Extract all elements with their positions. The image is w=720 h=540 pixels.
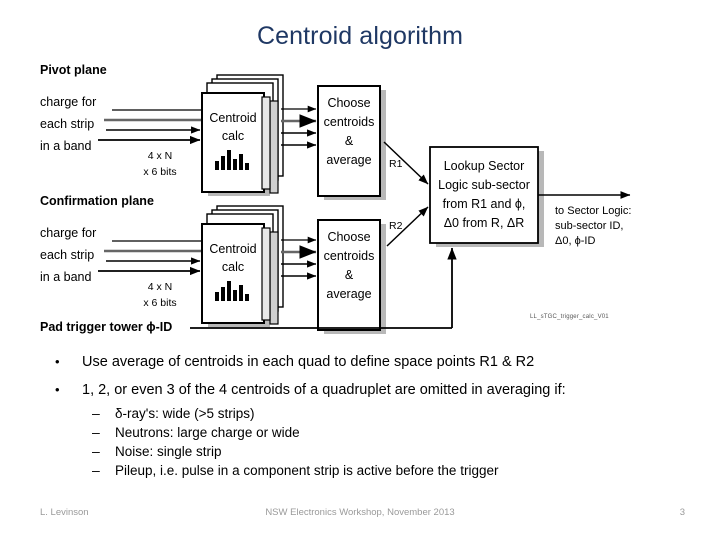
output-line-2: sub-sector ID, <box>555 220 624 232</box>
bullet-marker: • <box>55 354 60 369</box>
r1-label: R1 <box>389 158 403 170</box>
pivot-choose-line-1: Choose <box>327 96 371 110</box>
sub-bullet-item: – Noise: single strip <box>0 442 720 461</box>
pivot-choose-line-3: & <box>344 134 354 148</box>
pivot-plane-heading: Pivot plane <box>40 63 107 77</box>
confirmation-centroid-calc-line-2: calc <box>221 260 245 274</box>
pad-trigger-tower-label: Pad trigger tower ϕ-ID <box>40 320 173 334</box>
bullet-marker: • <box>55 382 60 397</box>
sub-bullet-item: – Pileup, i.e. pulse in a component stri… <box>0 461 720 480</box>
sub-bullet-text: Neutrons: large charge or wide <box>115 425 300 440</box>
sub-bullet-marker: – <box>92 424 100 440</box>
confirmation-bits-line-1: 4 x N <box>147 281 173 293</box>
sub-bullet-marker: – <box>92 405 100 421</box>
pivot-choose-line-2: centroids <box>323 115 375 129</box>
pivot-centroid-calc-line-1: Centroid <box>209 111 257 125</box>
footer-page-number: 3 <box>679 507 685 518</box>
output-line-1: to Sector Logic: <box>555 205 632 217</box>
confirmation-choose-line-3: & <box>344 268 354 282</box>
lookup-box-line-3: from R1 and ϕ, <box>442 197 526 211</box>
lookup-box-line-1: Lookup Sector <box>443 159 525 173</box>
bar-chart-icon <box>215 150 251 170</box>
confirmation-choose-line-2: centroids <box>323 249 375 263</box>
bullet-text: Use average of centroids in each quad to… <box>82 354 535 370</box>
lookup-box-line-2: Logic sub-sector <box>438 178 530 192</box>
bullet-text: 1, 2, or even 3 of the 4 centroids of a … <box>82 382 566 398</box>
sub-bullet-marker: – <box>92 462 100 478</box>
output-line-3: Δ0, ϕ-ID <box>555 235 596 247</box>
bullet-item: • 1, 2, or even 3 of the 4 centroids of … <box>0 376 720 404</box>
pivot-choose-line-4: average <box>326 153 372 167</box>
confirmation-plane-heading: Confirmation plane <box>40 194 154 208</box>
pivot-input-line-2: each strip <box>40 117 95 131</box>
confirmation-bits-line-2: x 6 bits <box>143 297 177 309</box>
sub-bullet-item: – Neutrons: large charge or wide <box>0 423 720 442</box>
confirmation-choose-line-4: average <box>326 287 372 301</box>
r2-label: R2 <box>389 220 403 232</box>
pivot-bits-line-2: x 6 bits <box>143 166 177 178</box>
confirmation-choose-line-1: Choose <box>327 230 371 244</box>
pivot-input-line-3: in a band <box>40 139 92 153</box>
pivot-bits-line-1: 4 x N <box>147 150 173 162</box>
sub-bullet-text: Pileup, i.e. pulse in a component strip … <box>115 463 499 478</box>
lookup-box-line-4: Δ0 from R, ΔR <box>443 216 525 230</box>
page-title: Centroid algorithm <box>256 22 464 50</box>
footer-event: NSW Electronics Workshop, November 2013 <box>265 507 455 518</box>
confirmation-input-line-2: each strip <box>40 248 95 262</box>
centroid-algorithm-diagram: Pivot plane charge for each strip in a b… <box>40 62 700 337</box>
pivot-centroid-calc-line-2: calc <box>221 129 245 143</box>
confirmation-input-line-3: in a band <box>40 270 92 284</box>
pivot-input-line-1: charge for <box>40 95 97 109</box>
bullet-item: • Use average of centroids in each quad … <box>0 348 720 376</box>
slide-footer: L. Levinson NSW Electronics Workshop, No… <box>0 507 720 527</box>
sub-bullet-text: δ-ray's: wide (>5 strips) <box>115 406 255 421</box>
sub-bullet-marker: – <box>92 443 100 459</box>
sub-bullet-text: Noise: single strip <box>115 444 222 459</box>
bar-chart-icon <box>215 281 251 301</box>
bullet-list: • Use average of centroids in each quad … <box>0 348 720 480</box>
diagram-credit: LL_sTGC_trigger_calc_V01 <box>530 314 609 320</box>
sub-bullet-item: – δ-ray's: wide (>5 strips) <box>0 404 720 423</box>
confirmation-input-line-1: charge for <box>40 226 97 240</box>
confirmation-centroid-calc-line-1: Centroid <box>209 242 257 256</box>
